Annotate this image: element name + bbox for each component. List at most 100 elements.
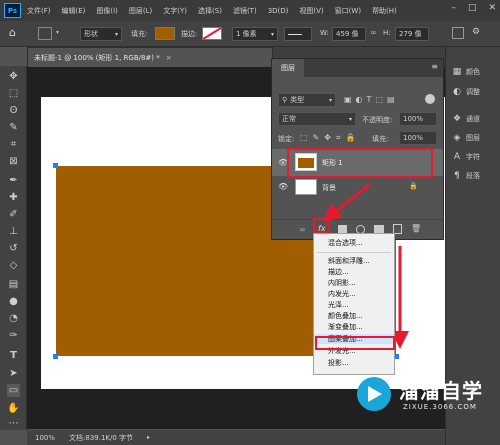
opacity-label: 不透明度: xyxy=(362,116,393,124)
document-info: 文档:839.1K/0 字节 xyxy=(69,433,134,442)
close-tab-icon[interactable]: × xyxy=(166,54,172,62)
chevron-right-icon[interactable]: ▸ xyxy=(147,434,150,441)
menu-drop-shadow[interactable]: 投影... xyxy=(314,358,394,368)
color-panel-label: 颜色 xyxy=(466,68,480,76)
fill-swatch[interactable] xyxy=(155,27,175,40)
channels-panel-button[interactable]: ❖ 通道 xyxy=(452,114,480,124)
healing-brush-icon[interactable]: ✚ xyxy=(7,191,20,204)
blur-tool-icon[interactable]: ● xyxy=(7,295,20,308)
crop-tool-icon[interactable]: ⌗ xyxy=(7,138,20,151)
marquee-tool-icon[interactable]: ⬚ xyxy=(7,87,20,100)
watermark: 溜溜自学 ZIXUE.3066.COM xyxy=(355,371,495,425)
opacity-field[interactable]: 100% xyxy=(399,112,437,126)
rectangle-tool-icon[interactable]: ▭ xyxy=(7,384,20,397)
lock-options-icons[interactable]: ⬚✎✥⌗🔒 xyxy=(300,133,360,143)
menu-help[interactable]: 帮助(H) xyxy=(372,6,397,16)
chevron-down-icon: ▾ xyxy=(114,30,118,38)
blend-mode-value: 正常 xyxy=(282,115,296,123)
brush-tool-icon[interactable]: ✐ xyxy=(7,208,20,221)
paragraph-panel-button[interactable]: ¶ 段落 xyxy=(452,171,480,181)
pen-tool-icon[interactable]: ✑ xyxy=(7,329,20,342)
paragraph-panel-label: 段落 xyxy=(466,172,480,180)
layers-icon: ◈ xyxy=(453,133,461,143)
opacity-value: 100% xyxy=(403,115,424,123)
watermark-logo-icon xyxy=(357,377,391,411)
menu-image[interactable]: 图像(I) xyxy=(96,6,118,16)
minimize-icon[interactable]: – xyxy=(451,3,456,13)
menu-edit[interactable]: 编辑(E) xyxy=(62,6,86,16)
move-tool-icon[interactable]: ✥ xyxy=(7,70,20,83)
transform-handle[interactable] xyxy=(53,163,58,168)
hand-tool-icon[interactable]: ✋ xyxy=(7,402,20,415)
menu-window[interactable]: 窗口(W) xyxy=(335,6,361,16)
settings-icon[interactable]: ⚙ xyxy=(472,27,480,37)
document-tab[interactable]: 未标题-1 @ 100% (矩形 1, RGB/8#) * × xyxy=(27,47,273,67)
frame-tool-icon[interactable]: ⊠ xyxy=(7,155,20,168)
layers-panel-header: 图层 ≡ xyxy=(272,59,443,77)
filter-toggle-icon[interactable] xyxy=(425,94,435,104)
menu-stroke[interactable]: 描边... xyxy=(314,267,394,277)
tab-layers[interactable]: 图层 xyxy=(272,59,304,77)
path-operations-icon[interactable] xyxy=(452,27,464,39)
menu-layer[interactable]: 图层(L) xyxy=(129,6,152,16)
filter-kind-select[interactable]: ⚲ 类型 ▾ xyxy=(278,93,336,107)
options-bar: ⌂ ▾ 形状 ▾ 填充: 描边: 1 像素 ▾ W: 459 像 ∞ H: 27… xyxy=(0,21,500,47)
menu-bevel-emboss[interactable]: 斜面和浮雕... xyxy=(314,256,394,266)
menu-3d[interactable]: 3D(D) xyxy=(268,7,289,15)
menu-inner-shadow[interactable]: 内阴影... xyxy=(314,278,394,288)
stroke-type-select[interactable] xyxy=(284,27,312,41)
chevron-down-icon[interactable]: ▾ xyxy=(56,29,59,36)
more-tools-icon[interactable]: ⋯ xyxy=(7,417,20,430)
home-icon[interactable]: ⌂ xyxy=(9,26,16,39)
menu-blending-options[interactable]: 混合选项... xyxy=(314,238,394,248)
adjustments-icon: ◐ xyxy=(453,87,461,97)
menu-inner-glow[interactable]: 内发光... xyxy=(314,289,394,299)
eyedropper-tool-icon[interactable]: ✒ xyxy=(7,174,20,187)
menu-file[interactable]: 文件(F) xyxy=(27,6,51,16)
fill-label: 填充: xyxy=(372,135,389,143)
path-select-tool-icon[interactable]: ➤ xyxy=(7,367,20,380)
eraser-tool-icon[interactable]: ◇ xyxy=(7,259,20,272)
adjustments-panel-button[interactable]: ◐ 调整 xyxy=(452,87,480,97)
stroke-width-field[interactable]: 1 像素 ▾ xyxy=(232,27,278,41)
lasso-tool-icon[interactable]: ʘ xyxy=(7,104,20,117)
transform-handle[interactable] xyxy=(53,354,58,359)
stroke-swatch[interactable] xyxy=(202,27,222,40)
layers-panel-button[interactable]: ◈ 图层 xyxy=(452,133,480,143)
menu-view[interactable]: 视图(V) xyxy=(299,6,323,16)
type-tool-icon[interactable]: T xyxy=(7,349,20,362)
shape-tool-icon[interactable] xyxy=(38,27,52,40)
tool-mode-select[interactable]: 形状 ▾ xyxy=(80,27,122,41)
history-brush-icon[interactable]: ↺ xyxy=(7,242,20,255)
filter-type-icons[interactable]: ▣◐T⬚▤ xyxy=(344,95,399,104)
panel-menu-icon[interactable]: ≡ xyxy=(431,62,438,71)
blend-mode-select[interactable]: 正常 ▾ xyxy=(278,112,356,126)
status-bar: 100% 文档:839.1K/0 字节 ▸ xyxy=(27,430,445,445)
channels-panel-label: 通道 xyxy=(466,115,480,123)
height-field[interactable]: 279 像 xyxy=(395,27,429,41)
maximize-icon[interactable]: □ xyxy=(468,3,477,13)
visibility-eye-icon[interactable]: 👁 xyxy=(278,182,288,191)
menu-color-overlay[interactable]: 颜色叠加... xyxy=(314,311,394,321)
fill-field[interactable]: 100% xyxy=(399,131,437,145)
menu-gradient-overlay[interactable]: 渐变叠加... xyxy=(314,322,394,332)
dodge-tool-icon[interactable]: ◔ xyxy=(7,312,20,325)
quick-select-tool-icon[interactable]: ✎ xyxy=(7,121,20,134)
watermark-name: 溜溜自学 xyxy=(399,379,483,403)
character-panel-button[interactable]: A 字符 xyxy=(452,152,480,162)
link-icon[interactable]: ∞ xyxy=(370,28,377,37)
close-icon[interactable]: ✕ xyxy=(488,3,496,13)
menu-type[interactable]: 文字(Y) xyxy=(163,6,187,16)
clone-stamp-icon[interactable]: ⊥ xyxy=(7,225,20,238)
lock-label: 锁定: xyxy=(278,135,295,143)
color-panel-button[interactable]: ▦ 颜色 xyxy=(452,67,480,77)
gradient-tool-icon[interactable]: ▤ xyxy=(7,278,20,291)
zoom-level[interactable]: 100% xyxy=(35,434,55,442)
menu-select[interactable]: 选择(S) xyxy=(198,6,222,16)
stroke-label: 描边: xyxy=(181,30,198,38)
highlight-pattern-overlay xyxy=(315,336,395,350)
menu-satin[interactable]: 光泽... xyxy=(314,300,394,310)
menu-filter[interactable]: 滤镜(T) xyxy=(233,6,257,16)
color-icon: ▦ xyxy=(452,67,462,77)
width-field[interactable]: 459 像 xyxy=(332,27,366,41)
